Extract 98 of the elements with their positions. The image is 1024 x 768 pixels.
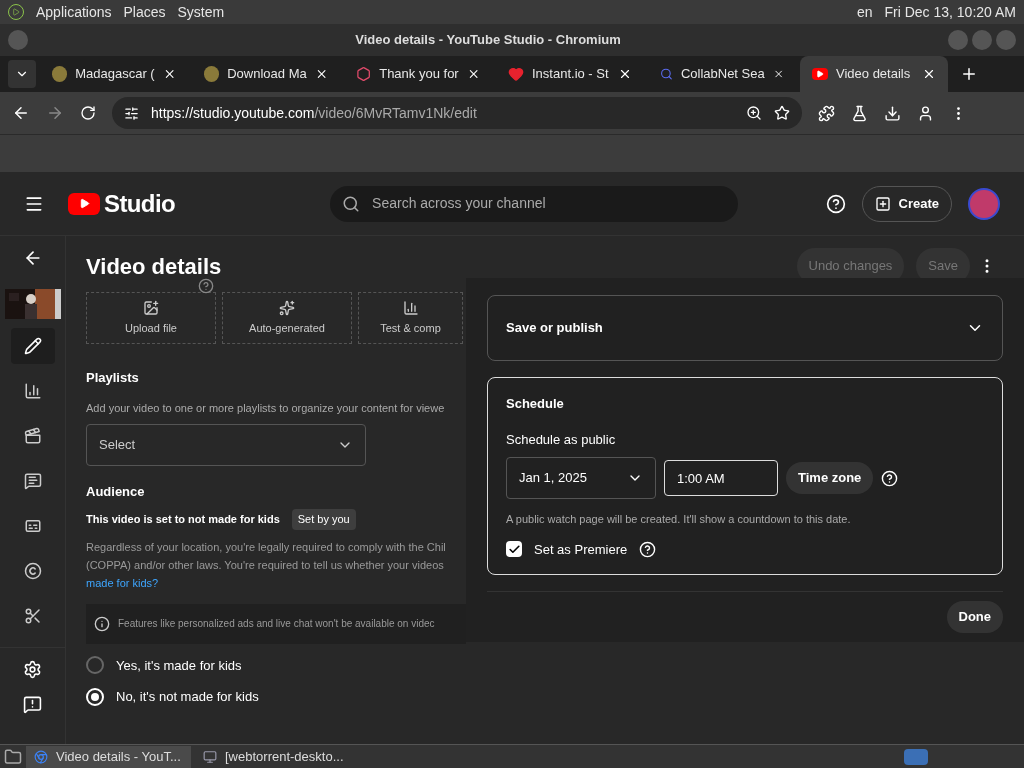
thumbnail-option[interactable]: Upload file <box>86 292 216 344</box>
taskbar-label: [webtorrent-deskto... <box>225 747 344 766</box>
panel-menu[interactable]: Places <box>123 1 166 23</box>
panel-menu[interactable]: System <box>177 1 225 23</box>
radio-label: No, it's not made for kids <box>116 688 259 706</box>
audience-status: This video is set to not made for kids <box>86 512 280 527</box>
monitor-icon <box>203 749 217 764</box>
section-heading: Playlists <box>86 369 140 387</box>
image-plus-icon <box>143 299 159 316</box>
taskbar-item[interactable]: Video details - YouT... <box>26 745 191 768</box>
thumbnail-option[interactable]: Test & comp <box>358 292 463 344</box>
tab-title: Madagascar ( <box>75 65 155 84</box>
notice-text: Features like personalized ads and live chat won't be available on videc <box>118 617 435 631</box>
tab-title: Instant.io - St <box>532 65 610 84</box>
scissors-icon <box>23 607 42 625</box>
add-video-icon <box>874 195 891 212</box>
search-icon <box>342 194 361 213</box>
bar-chart-icon <box>23 382 42 400</box>
window-title: Video details - YouTube Studio - Chromium <box>354 31 622 50</box>
thumbnail-label: Upload file <box>125 320 177 336</box>
premiere-checkbox[interactable] <box>506 541 522 558</box>
tab-title: Thank you for <box>379 65 459 84</box>
site-icon <box>660 66 673 82</box>
panel-menu[interactable]: Applications <box>36 1 112 23</box>
site-icon <box>508 66 524 82</box>
taskbar-item[interactable]: [webtorrent-deskto... <box>195 745 360 768</box>
premiere-label: Set as Premiere <box>534 540 628 559</box>
avatar-icon[interactable] <box>968 187 1000 220</box>
studio-logo[interactable]: Studio <box>104 185 176 222</box>
extensions-icon[interactable] <box>818 104 835 122</box>
close-icon[interactable] <box>922 67 936 81</box>
playlist-select[interactable]: Select <box>86 423 366 466</box>
pencil-icon <box>23 337 42 355</box>
site-icon <box>812 68 828 80</box>
thumbnail-option[interactable]: Auto-generated <box>222 292 352 344</box>
section-title: Save or publish <box>506 319 604 338</box>
browser-tab[interactable]: Madagascar ( <box>40 56 188 92</box>
browser-tab[interactable]: Video details <box>800 56 948 92</box>
back-icon[interactable] <box>12 104 30 122</box>
thumbnail-label: Auto-generated <box>249 320 325 336</box>
download-icon[interactable] <box>884 104 901 122</box>
section-description: Add your video to one or more playlists to organize your content for viewe <box>86 400 446 416</box>
profile-icon[interactable] <box>917 104 934 122</box>
feedback-icon[interactable] <box>23 695 42 714</box>
section-title: Schedule <box>506 395 565 413</box>
tab-title: Video details <box>836 65 912 84</box>
time-zone-button[interactable]: Time zone <box>786 462 874 494</box>
info-icon <box>94 615 110 632</box>
forward-icon[interactable] <box>46 104 64 122</box>
thumbnail-label: Test & comp <box>380 320 441 336</box>
tab-title: CollabNet Sea <box>680 65 765 84</box>
keyboard-layout[interactable]: en <box>856 1 873 23</box>
settings-icon[interactable] <box>23 660 42 679</box>
date-select[interactable]: Jan 1, 2025 <box>506 457 656 499</box>
page-title: Video details <box>86 252 222 281</box>
url-text: https://studio.youtube.com/video/6MvRTamv1Nk/edit <box>151 103 478 123</box>
bar-chart-icon <box>402 299 419 316</box>
taskbar-label: Video details - YouT... <box>56 747 181 766</box>
clapperboard-icon <box>23 427 42 445</box>
time-field[interactable]: 1:00 AM <box>664 460 778 496</box>
site-icon <box>52 66 68 82</box>
radio-button[interactable] <box>86 656 104 675</box>
sparkles-icon <box>279 299 295 316</box>
new-tab-icon[interactable] <box>960 65 978 83</box>
zoom-icon[interactable] <box>746 105 762 121</box>
audience-description: Regardless of your location, you're legally required to comply with the Chil (COPPA) and/or other laws. You're required to tell us whether your videos made for kids? <box>86 539 447 591</box>
schedule-label: Schedule as public <box>506 430 617 449</box>
browser-tab[interactable]: CollabNet Sea <box>648 56 796 92</box>
site-icon <box>204 66 220 82</box>
browser-icon <box>34 749 48 764</box>
radio-label: Yes, it's made for kids <box>116 656 242 675</box>
schedule-hint: A public watch page will be created. It'll show a countdown to this date. <box>506 512 852 527</box>
close-icon[interactable] <box>618 67 632 81</box>
section-heading: Audience <box>86 482 146 501</box>
youtube-logo-icon[interactable] <box>68 192 100 215</box>
set-by-you-tag: Set by you <box>291 509 356 530</box>
tab-title: Download Ma <box>227 65 307 84</box>
browser-tab[interactable]: Instant.io - St <box>496 56 644 92</box>
search-bar[interactable]: Search across your channel <box>330 185 739 222</box>
site-settings-icon[interactable] <box>124 105 139 121</box>
comment-icon <box>23 472 42 490</box>
save-publish-section[interactable]: Save or publish <box>487 295 1003 361</box>
panel-clock: Fri Dec 13, 10:20 AM <box>884 2 1016 22</box>
tray-icon[interactable] <box>904 748 928 765</box>
made-for-kids-link[interactable]: made for kids? <box>86 576 159 589</box>
search-field[interactable]: Search across your channel <box>372 193 727 214</box>
sidebar-item[interactable] <box>10 328 55 364</box>
folder-icon[interactable] <box>4 747 22 766</box>
site-icon <box>356 66 372 82</box>
reload-icon[interactable] <box>80 105 96 121</box>
flask-icon[interactable] <box>851 104 868 122</box>
browser-tab[interactable]: Thank you for <box>344 56 492 92</box>
browser-tab[interactable]: Download Ma <box>192 56 340 92</box>
done-button[interactable]: Done <box>946 601 1003 633</box>
captions-icon <box>23 517 42 535</box>
bookmark-star-icon[interactable] <box>774 105 790 121</box>
copyright-icon <box>23 562 42 580</box>
address-bar[interactable]: https://studio.youtube.com/video/6MvRTamv1Nk/edit <box>112 97 802 129</box>
